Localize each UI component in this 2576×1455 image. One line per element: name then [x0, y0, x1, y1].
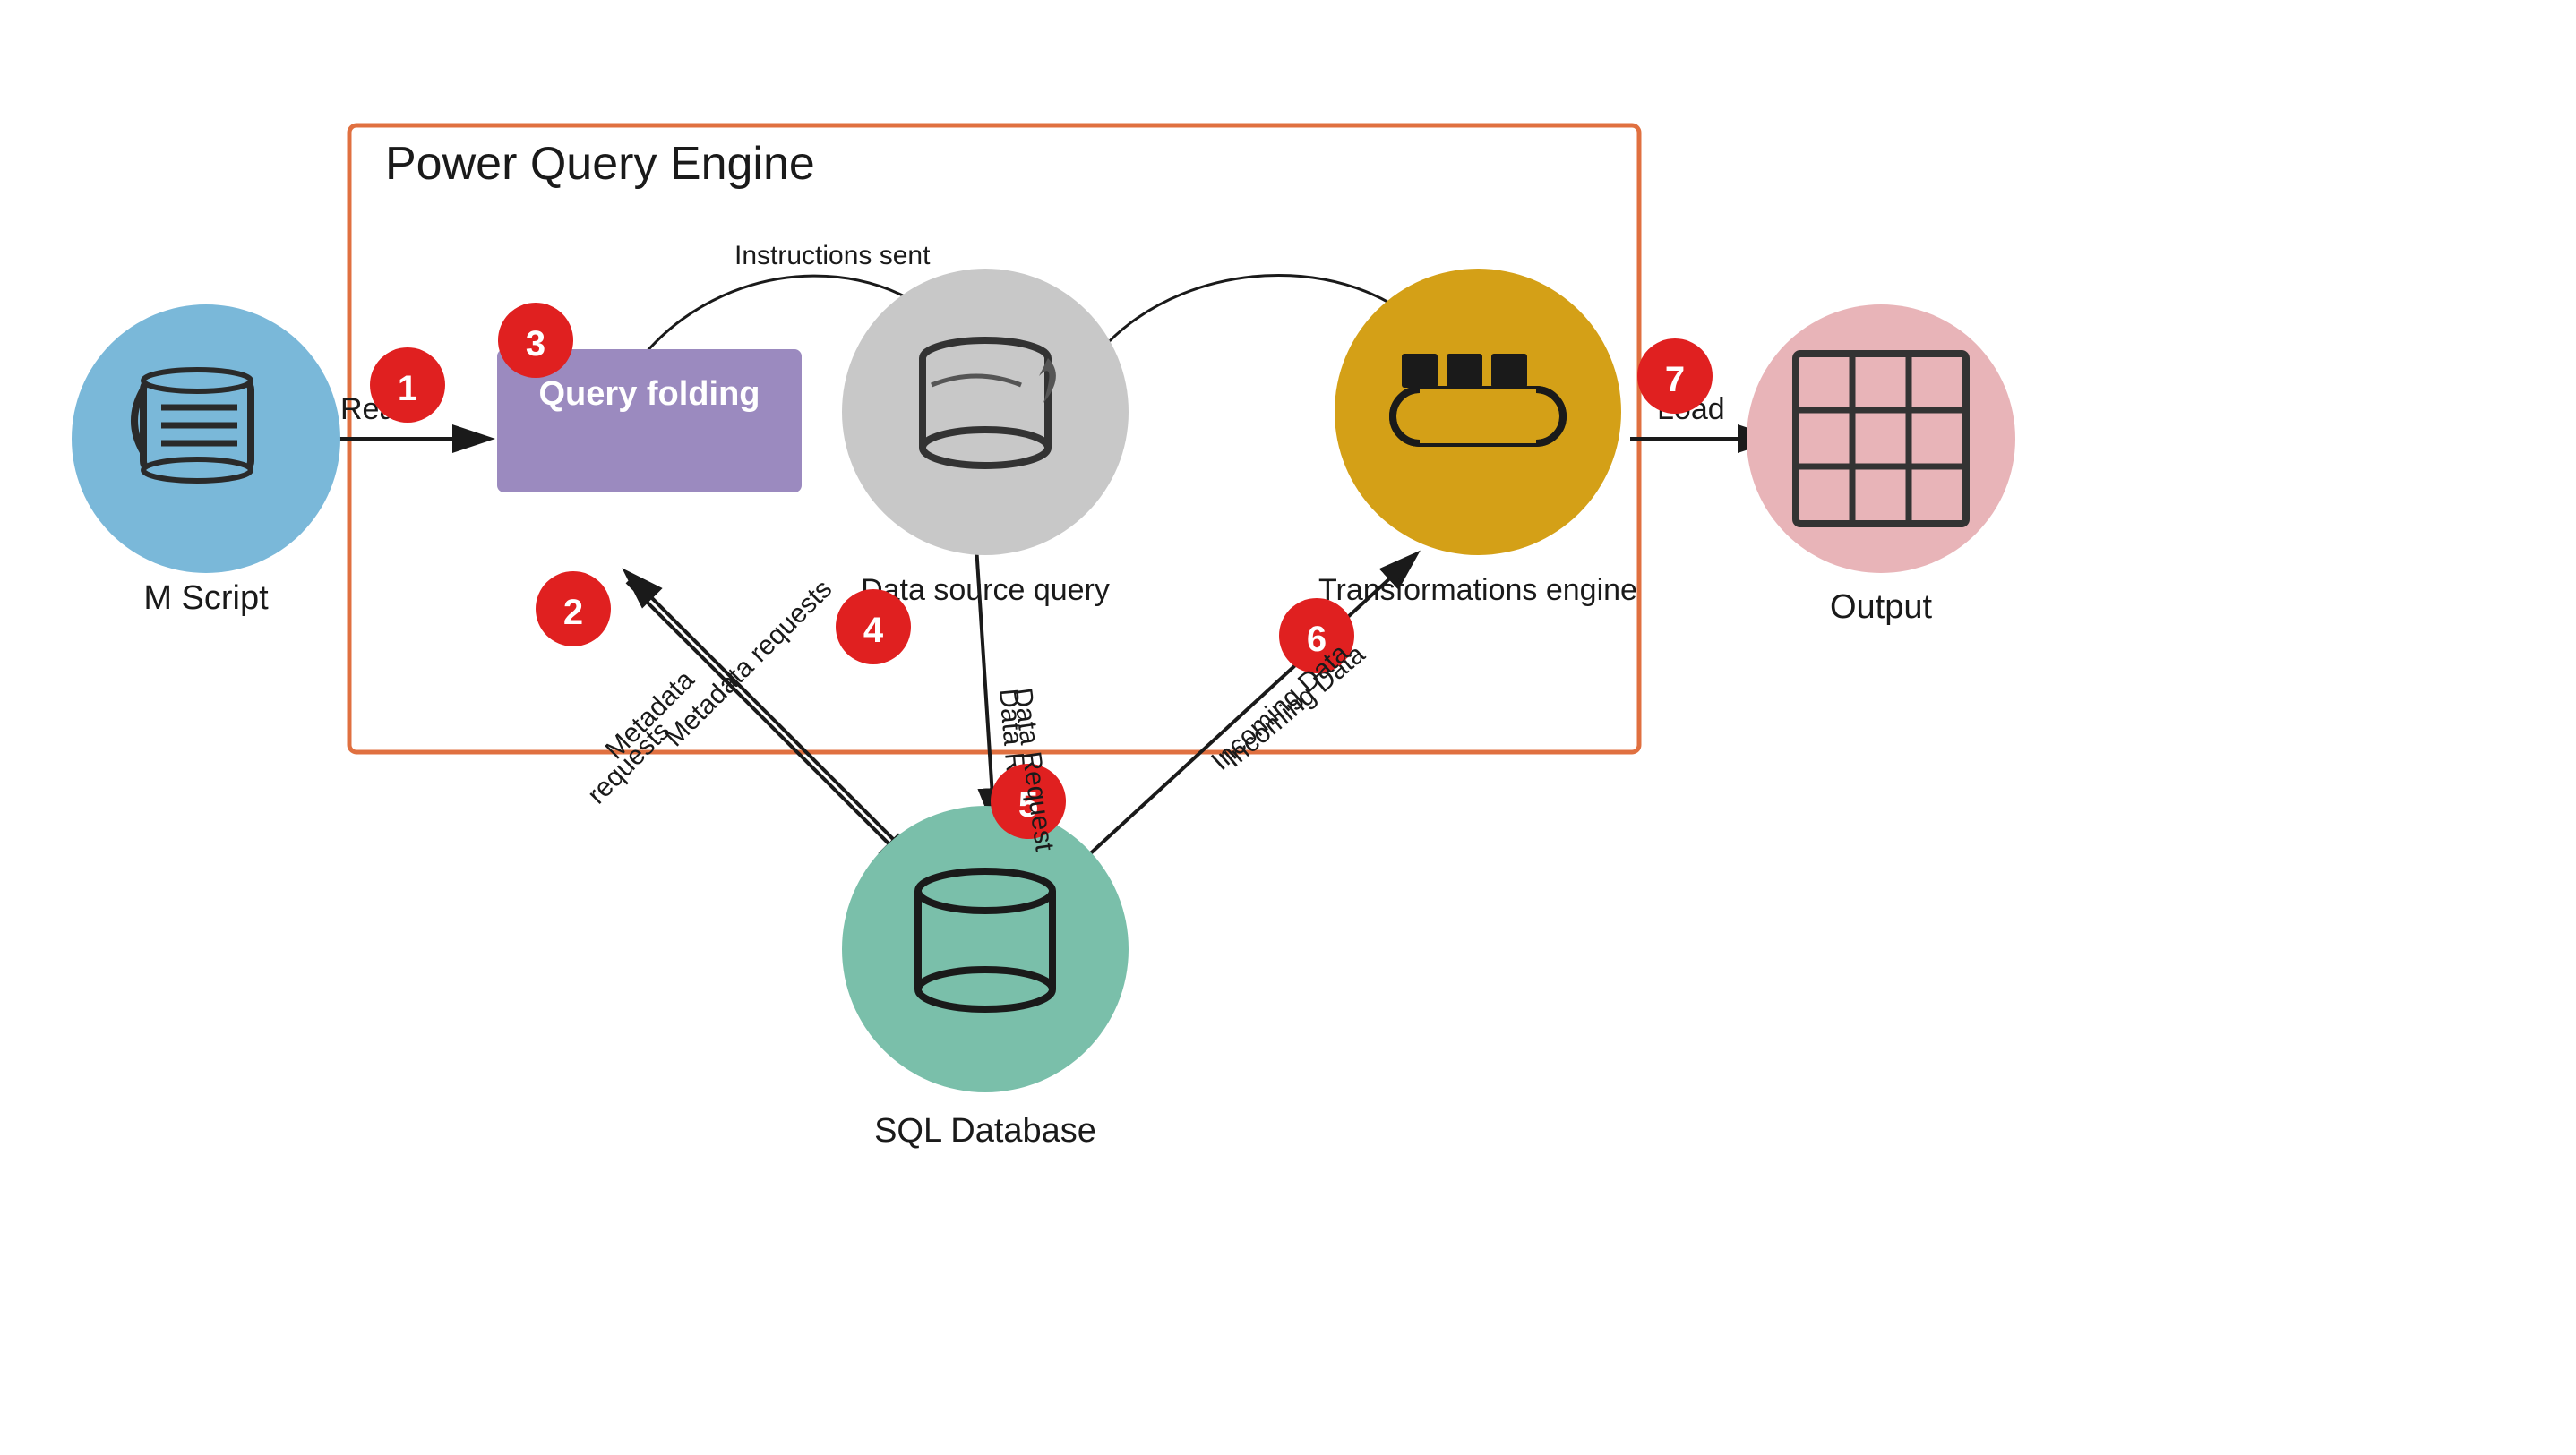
label-instructions: Instructions sent [734, 241, 931, 270]
m-script-label: M Script [143, 579, 269, 617]
engine-box-label: Power Query Engine [385, 138, 815, 190]
badge-4-label: 4 [863, 611, 884, 650]
sql-db-label: SQL Database [874, 1112, 1096, 1150]
sql-db-circle [842, 806, 1129, 1092]
badge-1-label: 1 [398, 369, 417, 408]
transformations-label: Transformations engine [1318, 573, 1637, 607]
output-label: Output [1830, 588, 1933, 626]
badge-3-label: 3 [526, 324, 545, 364]
output-circle [1747, 304, 2015, 573]
incoming-data-label: Incoming Data [1206, 638, 1354, 776]
metadata-label-rotated: Metadata requests [659, 574, 837, 752]
data-source-icon [923, 340, 1056, 466]
m-script-circle [72, 304, 340, 573]
query-folding-label: Query folding [539, 375, 760, 413]
diagram-container: Power Query Engine Read Instructions sen… [0, 0, 2576, 1451]
badge-2-label: 2 [563, 593, 583, 632]
badge-7-label: 7 [1665, 360, 1685, 399]
